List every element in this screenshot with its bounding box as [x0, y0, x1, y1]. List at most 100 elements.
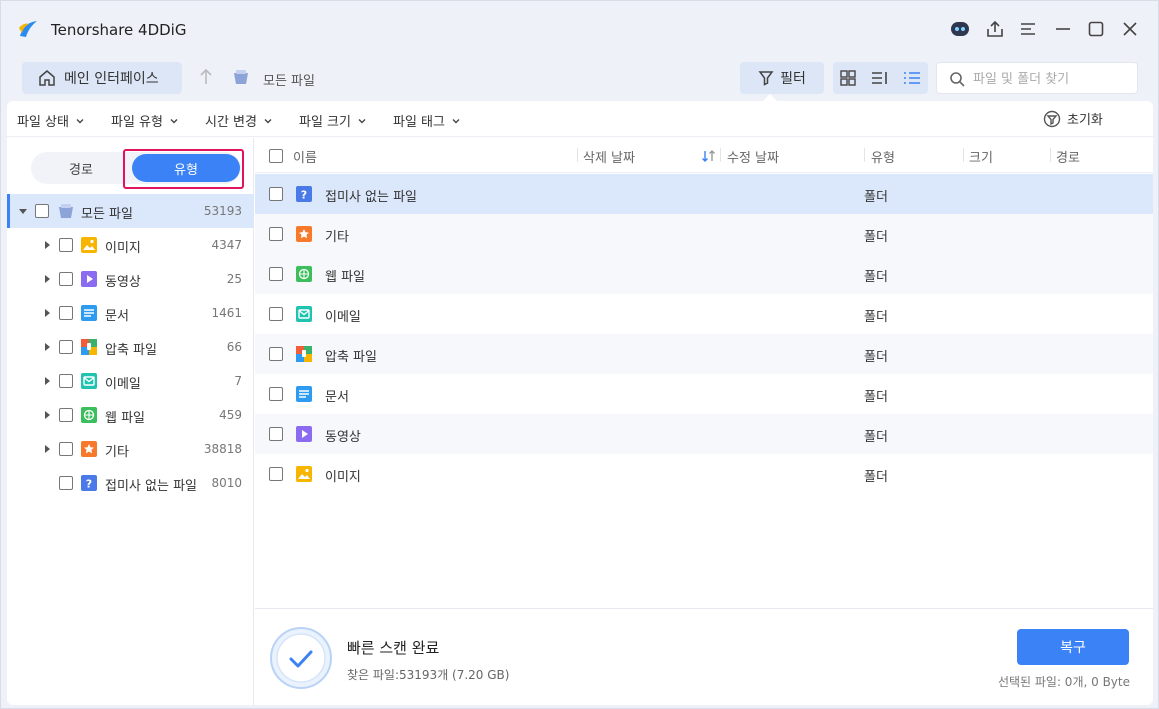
- tree-item-other[interactable]: 기타 38818: [7, 432, 254, 466]
- minimize-icon[interactable]: [1050, 16, 1076, 42]
- row-checkbox[interactable]: [269, 227, 283, 241]
- row-type: 폴더: [864, 190, 888, 205]
- column-header-deleted-date[interactable]: 삭제 날짜: [583, 147, 635, 166]
- column-divider: [1050, 148, 1051, 162]
- web-icon: [81, 407, 97, 423]
- expand-arrow-icon[interactable]: [45, 275, 50, 283]
- sort-icon[interactable]: [701, 149, 717, 163]
- table-body: ? 접미사 없는 파일 폴더 기타 폴더 웹 파일 폴더 이메일 폴더 압축 파…: [255, 174, 1153, 504]
- table-row[interactable]: 문서 폴더: [255, 374, 1153, 414]
- row-name: 기타: [325, 230, 349, 245]
- checkbox[interactable]: [59, 272, 73, 286]
- filter-bar: 파일 상태 파일 유형 시간 변경 파일 크기 파일 태그 초기화: [7, 101, 1153, 137]
- tree-item-image[interactable]: 이미지 4347: [7, 228, 254, 262]
- expand-arrow-icon[interactable]: [45, 343, 50, 351]
- collapse-arrow-icon[interactable]: [19, 209, 27, 214]
- archive-icon: [296, 346, 312, 362]
- list-view-icon[interactable]: [903, 69, 921, 87]
- recover-button[interactable]: 복구: [1017, 629, 1129, 665]
- row-checkbox[interactable]: [269, 187, 283, 201]
- checkbox[interactable]: [59, 306, 73, 320]
- checkbox[interactable]: [35, 204, 49, 218]
- filter-file-type[interactable]: 파일 유형: [111, 111, 179, 130]
- table-row[interactable]: 기타 폴더: [255, 214, 1153, 254]
- checkbox[interactable]: [59, 408, 73, 422]
- row-checkbox[interactable]: [269, 307, 283, 321]
- row-type: 폴더: [864, 310, 888, 325]
- filter-file-size[interactable]: 파일 크기: [299, 111, 367, 130]
- filter-file-size-label: 파일 크기: [299, 115, 351, 130]
- row-type: 폴더: [864, 430, 888, 445]
- table-row[interactable]: 동영상 폴더: [255, 414, 1153, 454]
- filter-file-type-label: 파일 유형: [111, 115, 163, 130]
- chevron-down-icon: [76, 118, 84, 123]
- column-header-modified-date[interactable]: 수정 날짜: [727, 147, 779, 166]
- row-name: 압축 파일: [325, 350, 377, 365]
- tree-item-all-files[interactable]: 모든 파일 53193: [7, 194, 254, 228]
- home-button[interactable]: 메인 인터페이스: [22, 62, 182, 94]
- share-icon[interactable]: [982, 16, 1008, 42]
- robot-assistant-icon[interactable]: [947, 16, 973, 42]
- tree-item-email[interactable]: 이메일 7: [7, 364, 254, 398]
- filter-file-tag[interactable]: 파일 태그: [393, 111, 461, 130]
- row-checkbox[interactable]: [269, 267, 283, 281]
- expand-arrow-icon[interactable]: [45, 309, 50, 317]
- tree-item-no-extension[interactable]: ? 접미사 없는 파일 8010: [7, 466, 254, 500]
- maximize-icon[interactable]: [1083, 16, 1109, 42]
- table-row[interactable]: ? 접미사 없는 파일 폴더: [255, 174, 1153, 214]
- tree-item-count: 7: [234, 374, 242, 388]
- row-checkbox[interactable]: [269, 347, 283, 361]
- close-icon[interactable]: [1117, 16, 1143, 42]
- filter-button[interactable]: 필터: [740, 62, 824, 94]
- expand-arrow-icon[interactable]: [45, 411, 50, 419]
- select-all-checkbox[interactable]: [269, 149, 283, 163]
- app-window: Tenorshare 4DDiG 메인 인터페이스 모든 파일 필터 파일 및 …: [0, 0, 1159, 709]
- row-checkbox[interactable]: [269, 387, 283, 401]
- tree-item-count: 38818: [203, 442, 242, 456]
- tree-item-label: 접미사 없는 파일: [105, 479, 197, 494]
- filter-file-status[interactable]: 파일 상태: [17, 111, 85, 130]
- tree-item-video[interactable]: 동영상 25: [7, 262, 254, 296]
- home-icon: [39, 70, 55, 86]
- column-header-path[interactable]: 경로: [1056, 147, 1080, 166]
- tree-item-document[interactable]: 문서 1461: [7, 296, 254, 330]
- checkbox[interactable]: [59, 238, 73, 252]
- tree-item-web[interactable]: 웹 파일 459: [7, 398, 254, 432]
- grid-view-icon[interactable]: [839, 69, 857, 87]
- other-icon: [296, 226, 312, 242]
- row-checkbox[interactable]: [269, 467, 283, 481]
- search-input[interactable]: [973, 69, 1133, 89]
- tree-item-label: 모든 파일: [81, 207, 133, 222]
- checkbox[interactable]: [59, 476, 73, 490]
- expand-arrow-icon[interactable]: [45, 445, 50, 453]
- checkbox[interactable]: [59, 374, 73, 388]
- expand-arrow-icon[interactable]: [45, 377, 50, 385]
- tree-item-archive[interactable]: 압축 파일 66: [7, 330, 254, 364]
- table-row[interactable]: 이메일 폴더: [255, 294, 1153, 334]
- row-checkbox[interactable]: [269, 427, 283, 441]
- tree-item-count: 53193: [203, 204, 242, 218]
- unknown-icon: ?: [296, 186, 312, 202]
- expand-arrow-icon[interactable]: [45, 241, 50, 249]
- column-header-size[interactable]: 크기: [969, 147, 993, 166]
- table-row[interactable]: 이미지 폴더: [255, 454, 1153, 494]
- app-title: Tenorshare 4DDiG: [51, 21, 187, 39]
- table-row[interactable]: 웹 파일 폴더: [255, 254, 1153, 294]
- row-name: 웹 파일: [325, 270, 366, 285]
- video-icon: [81, 271, 97, 287]
- filter-time-change[interactable]: 시간 변경: [205, 111, 273, 130]
- breadcrumb[interactable]: 모든 파일: [263, 70, 315, 89]
- status-footer: 빠른 스캔 완료 찾은 파일:53193개 (7.20 GB) 복구 선택된 파…: [255, 608, 1153, 705]
- view-mode-group: [833, 62, 928, 94]
- up-arrow-icon[interactable]: [197, 67, 215, 87]
- detail-view-icon[interactable]: [871, 69, 889, 87]
- checkbox[interactable]: [59, 442, 73, 456]
- reset-button[interactable]: 초기화: [1043, 109, 1103, 128]
- document-icon: [81, 305, 97, 321]
- tab-path[interactable]: 경로: [31, 152, 131, 184]
- column-header-name[interactable]: 이름: [293, 147, 317, 166]
- menu-icon[interactable]: [1015, 16, 1041, 42]
- table-row[interactable]: 압축 파일 폴더: [255, 334, 1153, 374]
- column-header-type[interactable]: 유형: [871, 147, 895, 166]
- checkbox[interactable]: [59, 340, 73, 354]
